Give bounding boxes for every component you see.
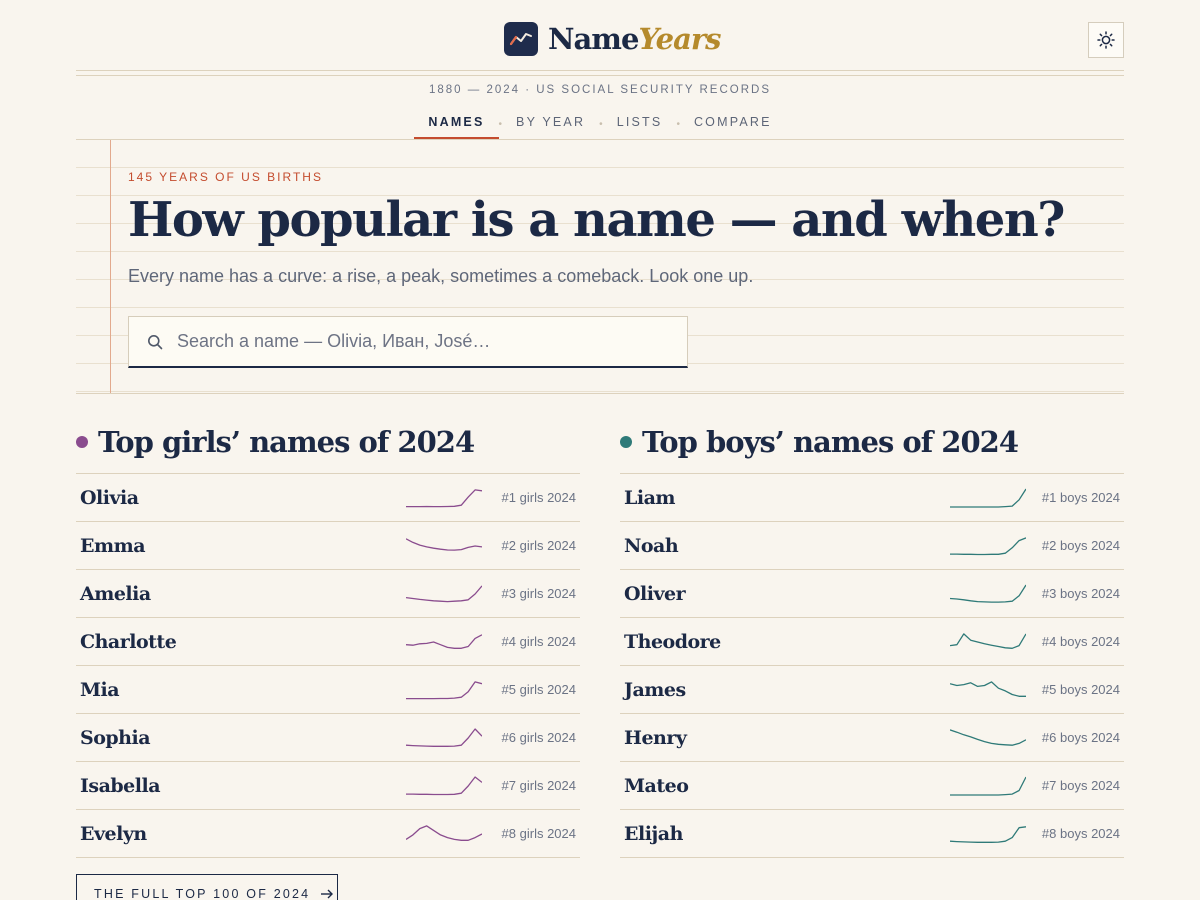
page-title: How popular is a name — and when? [128,192,1065,248]
name-label: Mia [80,678,120,701]
rank-label: #1 girls 2024 [501,490,576,505]
popularity-sparkline [950,584,1026,603]
name-label: Isabella [80,774,161,797]
girls-rows: Olivia #1 girls 2024 Emma #2 girls 2024 Amel… [76,473,580,858]
full-top-100-label: THE FULL TOP 100 OF 2024 [94,887,311,900]
name-row[interactable]: Theodore #4 boys 2024 [620,618,1124,666]
rank-label: #4 girls 2024 [501,634,576,649]
popularity-sparkline [406,633,482,649]
name-label: Elijah [624,822,683,845]
name-row[interactable]: Noah #2 boys 2024 [620,522,1124,570]
full-top-100-button[interactable]: THE FULL TOP 100 OF 2024 [76,874,338,900]
girls-top-list: Top girls’ names of 2024 Olivia #1 girls … [76,420,580,858]
name-label: Olivia [80,486,139,509]
name-label: Henry [624,726,687,749]
popularity-sparkline [950,728,1026,746]
rank-label: #7 girls 2024 [501,778,576,793]
name-row[interactable]: Elijah #8 boys 2024 [620,810,1124,858]
rank-label: #1 boys 2024 [1041,490,1120,505]
nav-item-lists[interactable]: LISTS [603,110,677,139]
hero-subtitle: Every name has a curve: a rise, a peak, … [128,266,754,286]
popularity-sparkline [950,825,1026,843]
popularity-sparkline [406,680,482,699]
popularity-sparkline [406,775,482,795]
rank-label: #7 boys 2024 [1041,778,1120,793]
name-label: Amelia [80,582,151,605]
girls-list-header: Top girls’ names of 2024 [76,420,580,464]
brand-logo[interactable]: NameYears [504,22,721,56]
popularity-sparkline [406,727,482,747]
search-icon [148,334,163,349]
boys-rows: Liam #1 boys 2024 Noah #2 boys 2024 Oliver #3… [620,473,1124,858]
popularity-sparkline [406,584,482,602]
brand-name: NameYears [548,22,721,56]
rank-label: #5 boys 2024 [1041,682,1120,697]
name-row[interactable]: Oliver #3 boys 2024 [620,570,1124,618]
arrow-right-icon [321,889,334,899]
name-label: Oliver [624,582,686,605]
nav-item-compare[interactable]: COMPARE [680,110,786,139]
popularity-sparkline [950,488,1026,508]
boys-list-header: Top boys’ names of 2024 [620,420,1124,464]
girls-list-title: Top girls’ names of 2024 [98,425,475,459]
name-row[interactable]: Mateo #7 boys 2024 [620,762,1124,810]
theme-toggle-button[interactable] [1088,22,1124,58]
notebook-margin-line [110,140,111,393]
name-label: Theodore [624,630,721,653]
name-row[interactable]: Charlotte #4 girls 2024 [76,618,580,666]
sun-icon [1097,31,1115,49]
name-row[interactable]: Mia #5 girls 2024 [76,666,580,714]
name-row[interactable]: Henry #6 boys 2024 [620,714,1124,762]
name-label: Evelyn [80,822,147,845]
hero-kicker: 145 YEARS OF US BIRTHS [128,170,323,184]
data-source-line: 1880 — 2024 · US SOCIAL SECURITY RECORDS [428,84,772,96]
rank-label: #8 girls 2024 [501,826,576,841]
popularity-sparkline [950,536,1026,555]
nav-item-names[interactable]: NAMES [414,110,499,139]
name-label: Sophia [80,726,151,749]
popularity-sparkline [950,680,1026,697]
name-row[interactable]: Amelia #3 girls 2024 [76,570,580,618]
name-row[interactable]: James #5 boys 2024 [620,666,1124,714]
boys-top-list: Top boys’ names of 2024 Liam #1 boys 2024… [620,420,1124,858]
name-label: Liam [624,486,676,509]
rank-label: #2 girls 2024 [501,538,576,553]
name-row[interactable]: Liam #1 boys 2024 [620,474,1124,522]
rank-label: #4 boys 2024 [1041,634,1120,649]
rank-label: #3 boys 2024 [1041,586,1120,601]
name-label: Emma [80,534,146,557]
boys-color-dot [620,436,632,448]
name-label: James [624,678,686,701]
name-label: Mateo [624,774,689,797]
nav-item-by-year[interactable]: BY YEAR [502,110,599,139]
search-box[interactable] [128,316,688,368]
name-row[interactable]: Isabella #7 girls 2024 [76,762,580,810]
popularity-sparkline [950,776,1026,796]
popularity-sparkline [406,488,482,507]
search-input[interactable] [177,331,657,352]
main-nav: NAMES • BY YEAR • LISTS • COMPARE [0,110,1200,139]
name-row[interactable]: Emma #2 girls 2024 [76,522,580,570]
name-label: Noah [624,534,679,557]
name-row[interactable]: Olivia #1 girls 2024 [76,474,580,522]
popularity-sparkline [406,824,482,841]
girls-color-dot [76,436,88,448]
top-bar: NameYears [0,0,1200,80]
trend-line-icon [504,22,538,56]
popularity-sparkline [950,632,1026,649]
rank-label: #2 boys 2024 [1041,538,1120,553]
rank-label: #6 boys 2024 [1041,730,1120,745]
name-row[interactable]: Evelyn #8 girls 2024 [76,810,580,858]
boys-list-title: Top boys’ names of 2024 [642,425,1019,459]
rank-label: #6 girls 2024 [501,730,576,745]
hero-section: 145 YEARS OF US BIRTHS How popular is a … [76,139,1124,394]
name-row[interactable]: Sophia #6 girls 2024 [76,714,580,762]
header-divider [76,70,1124,76]
popularity-sparkline [406,537,482,551]
rank-label: #3 girls 2024 [501,586,576,601]
rank-label: #8 boys 2024 [1041,826,1120,841]
name-label: Charlotte [80,630,177,653]
rank-label: #5 girls 2024 [501,682,576,697]
